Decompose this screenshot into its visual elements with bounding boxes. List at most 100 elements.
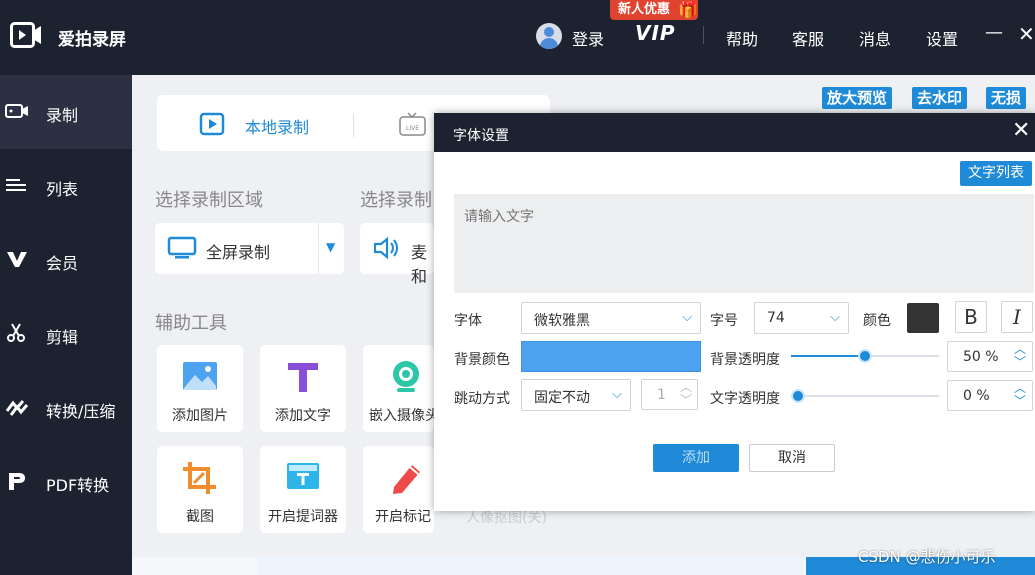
text-opacity-slider[interactable] [791, 389, 939, 403]
divider [353, 113, 354, 137]
vip-link[interactable]: VIP [635, 21, 676, 45]
marker-icon [393, 465, 420, 494]
tool-label: 开启标记 [375, 509, 431, 525]
font-label: 字体 [454, 313, 482, 329]
crop-icon [183, 462, 216, 494]
app-logo-icon [10, 22, 41, 48]
tool-label: 嵌入摄像头 [369, 408, 434, 424]
sidebar-item-label: PDF转换 [46, 476, 110, 495]
jump-mode-value: 固定不动 [534, 390, 590, 406]
minimize-icon: — [985, 22, 1003, 43]
avatar[interactable] [536, 23, 562, 49]
sidebar-item-label: 录制 [46, 106, 79, 125]
new-user-badge-label: 新人优惠 [618, 2, 671, 17]
jump-number-spinner[interactable]: 1 ︿ ﹀ [641, 379, 698, 410]
italic-button[interactable]: I [1001, 301, 1033, 333]
font-value: 微软雅黑 [534, 313, 590, 329]
enlarge-preview-button[interactable]: 放大预览 [822, 87, 893, 109]
help-link[interactable]: 帮助 [726, 26, 758, 50]
pdf-icon [9, 473, 25, 490]
bg-color-swatch[interactable] [521, 341, 701, 372]
chevron-down-icon: ⌵ [682, 310, 692, 325]
section-record-audio: 选择录制 [360, 190, 432, 211]
slider-handle[interactable] [858, 349, 872, 363]
settings-link[interactable]: 设置 [926, 26, 958, 50]
sidebar-item-label: 会员 [46, 254, 79, 273]
sidebar-item-edit[interactable]: 剪辑 [0, 297, 132, 371]
sidebar: 录制 列表 会员 剪辑 转换/压缩 PDF转换 [0, 75, 132, 575]
close-icon: ✕ [1018, 22, 1035, 46]
add-button[interactable]: 添加 [653, 444, 739, 472]
slider-handle[interactable] [791, 389, 805, 403]
marker-button[interactable]: 开启标记 [363, 446, 434, 533]
login-link[interactable]: 登录 [572, 26, 604, 50]
live-tv-icon[interactable]: LIVE [399, 112, 426, 136]
spinner-arrows-icon: ︿ ﹀ [1013, 342, 1026, 369]
text-opacity-spinner[interactable]: 0 % ︿ ﹀ [947, 380, 1033, 411]
teleprompter-button[interactable]: 开启提词器 [260, 446, 346, 533]
jump-mode-select[interactable]: 固定不动 ⌵ [521, 379, 631, 411]
messages-link[interactable]: 消息 [859, 26, 891, 50]
lossless-button[interactable]: 无损 [986, 87, 1027, 109]
jump-mode-label: 跳动方式 [454, 391, 510, 407]
text-opacity-value: 0 % [963, 388, 990, 404]
tool-label: 添加图片 [172, 408, 228, 424]
chevron-down-icon: ⌵ [830, 310, 840, 325]
bg-opacity-spinner[interactable]: 50 % ︿ ﹀ [947, 341, 1033, 372]
vip-icon [7, 252, 27, 267]
cancel-button[interactable]: 取消 [749, 444, 835, 472]
speaker-icon [373, 236, 398, 260]
section-record-area: 选择录制区域 [155, 190, 263, 211]
monitor-icon [167, 236, 197, 259]
app-window: 爱拍录屏 登录 VIP 新人优惠 🎁 帮助 客服 消息 设置 — ✕ 录制 列表… [0, 0, 1035, 575]
close-button[interactable]: ✕ [1018, 22, 1035, 46]
tab-local-record[interactable]: 本地录制 [199, 112, 339, 137]
scissors-icon [7, 323, 25, 342]
slider-fill [791, 355, 865, 357]
camera-icon [393, 361, 419, 392]
font-settings-dialog: 字体设置 ✕ 文字列表 字体 微软雅黑 ⌵ 字号 74 ⌵ 颜色 B I 背景颜… [434, 113, 1035, 511]
font-select[interactable]: 微软雅黑 ⌵ [521, 302, 701, 334]
divider [318, 223, 319, 274]
watermark: CSDN @悲伤小可乐 [858, 548, 996, 566]
bg-opacity-slider[interactable] [791, 349, 939, 363]
text-input[interactable] [454, 194, 1034, 293]
sidebar-item-convert[interactable]: 转换/压缩 [0, 371, 132, 445]
sidebar-item-pdf[interactable]: PDF转换 [0, 445, 132, 519]
svg-text:LIVE: LIVE [406, 125, 419, 132]
bold-button[interactable]: B [955, 301, 987, 333]
text-color-swatch[interactable] [907, 303, 939, 333]
record-area-value: 全屏录制 [206, 243, 271, 262]
sidebar-item-vip[interactable]: 会员 [0, 223, 132, 297]
sidebar-item-list[interactable]: 列表 [0, 149, 132, 223]
spinner-arrows-icon: ︿ ﹀ [679, 380, 692, 407]
record-audio-dropdown[interactable]: 麦和 [360, 223, 434, 286]
record-audio-value: 麦和 [411, 243, 428, 286]
minimize-button[interactable]: — [985, 22, 1003, 43]
dialog-close-button[interactable]: ✕ [1012, 119, 1030, 143]
jump-number-value: 1 [657, 387, 666, 403]
record-area-dropdown[interactable]: 全屏录制 ▼ [155, 223, 344, 274]
spinner-arrows-icon: ︿ ﹀ [1013, 381, 1026, 408]
sidebar-item-label: 剪辑 [46, 328, 79, 347]
color-label: 颜色 [863, 313, 891, 329]
size-select[interactable]: 74 ⌵ [754, 302, 849, 334]
embed-camera-button[interactable]: 嵌入摄像头 [363, 345, 434, 432]
remove-watermark-button[interactable]: 去水印 [912, 87, 968, 109]
add-text-button[interactable]: 添加文字 [260, 345, 346, 432]
bg-opacity-label: 背景透明度 [710, 352, 780, 368]
add-image-button[interactable]: 添加图片 [157, 345, 243, 432]
support-link[interactable]: 客服 [792, 26, 824, 50]
play-screen-icon [199, 112, 225, 136]
dialog-title: 字体设置 [453, 128, 509, 144]
sidebar-item-record[interactable]: 录制 [0, 75, 132, 149]
chevron-down-icon: ▼ [326, 240, 336, 254]
text-icon [288, 363, 318, 392]
text-list-button[interactable]: 文字列表 [960, 161, 1032, 186]
sidebar-item-label: 转换/压缩 [46, 402, 116, 421]
teleprompter-icon [287, 463, 319, 489]
section-tools: 辅助工具 [155, 313, 227, 334]
app-title: 爱拍录屏 [58, 30, 126, 50]
size-value: 74 [767, 310, 785, 326]
screenshot-button[interactable]: 截图 [157, 446, 243, 533]
